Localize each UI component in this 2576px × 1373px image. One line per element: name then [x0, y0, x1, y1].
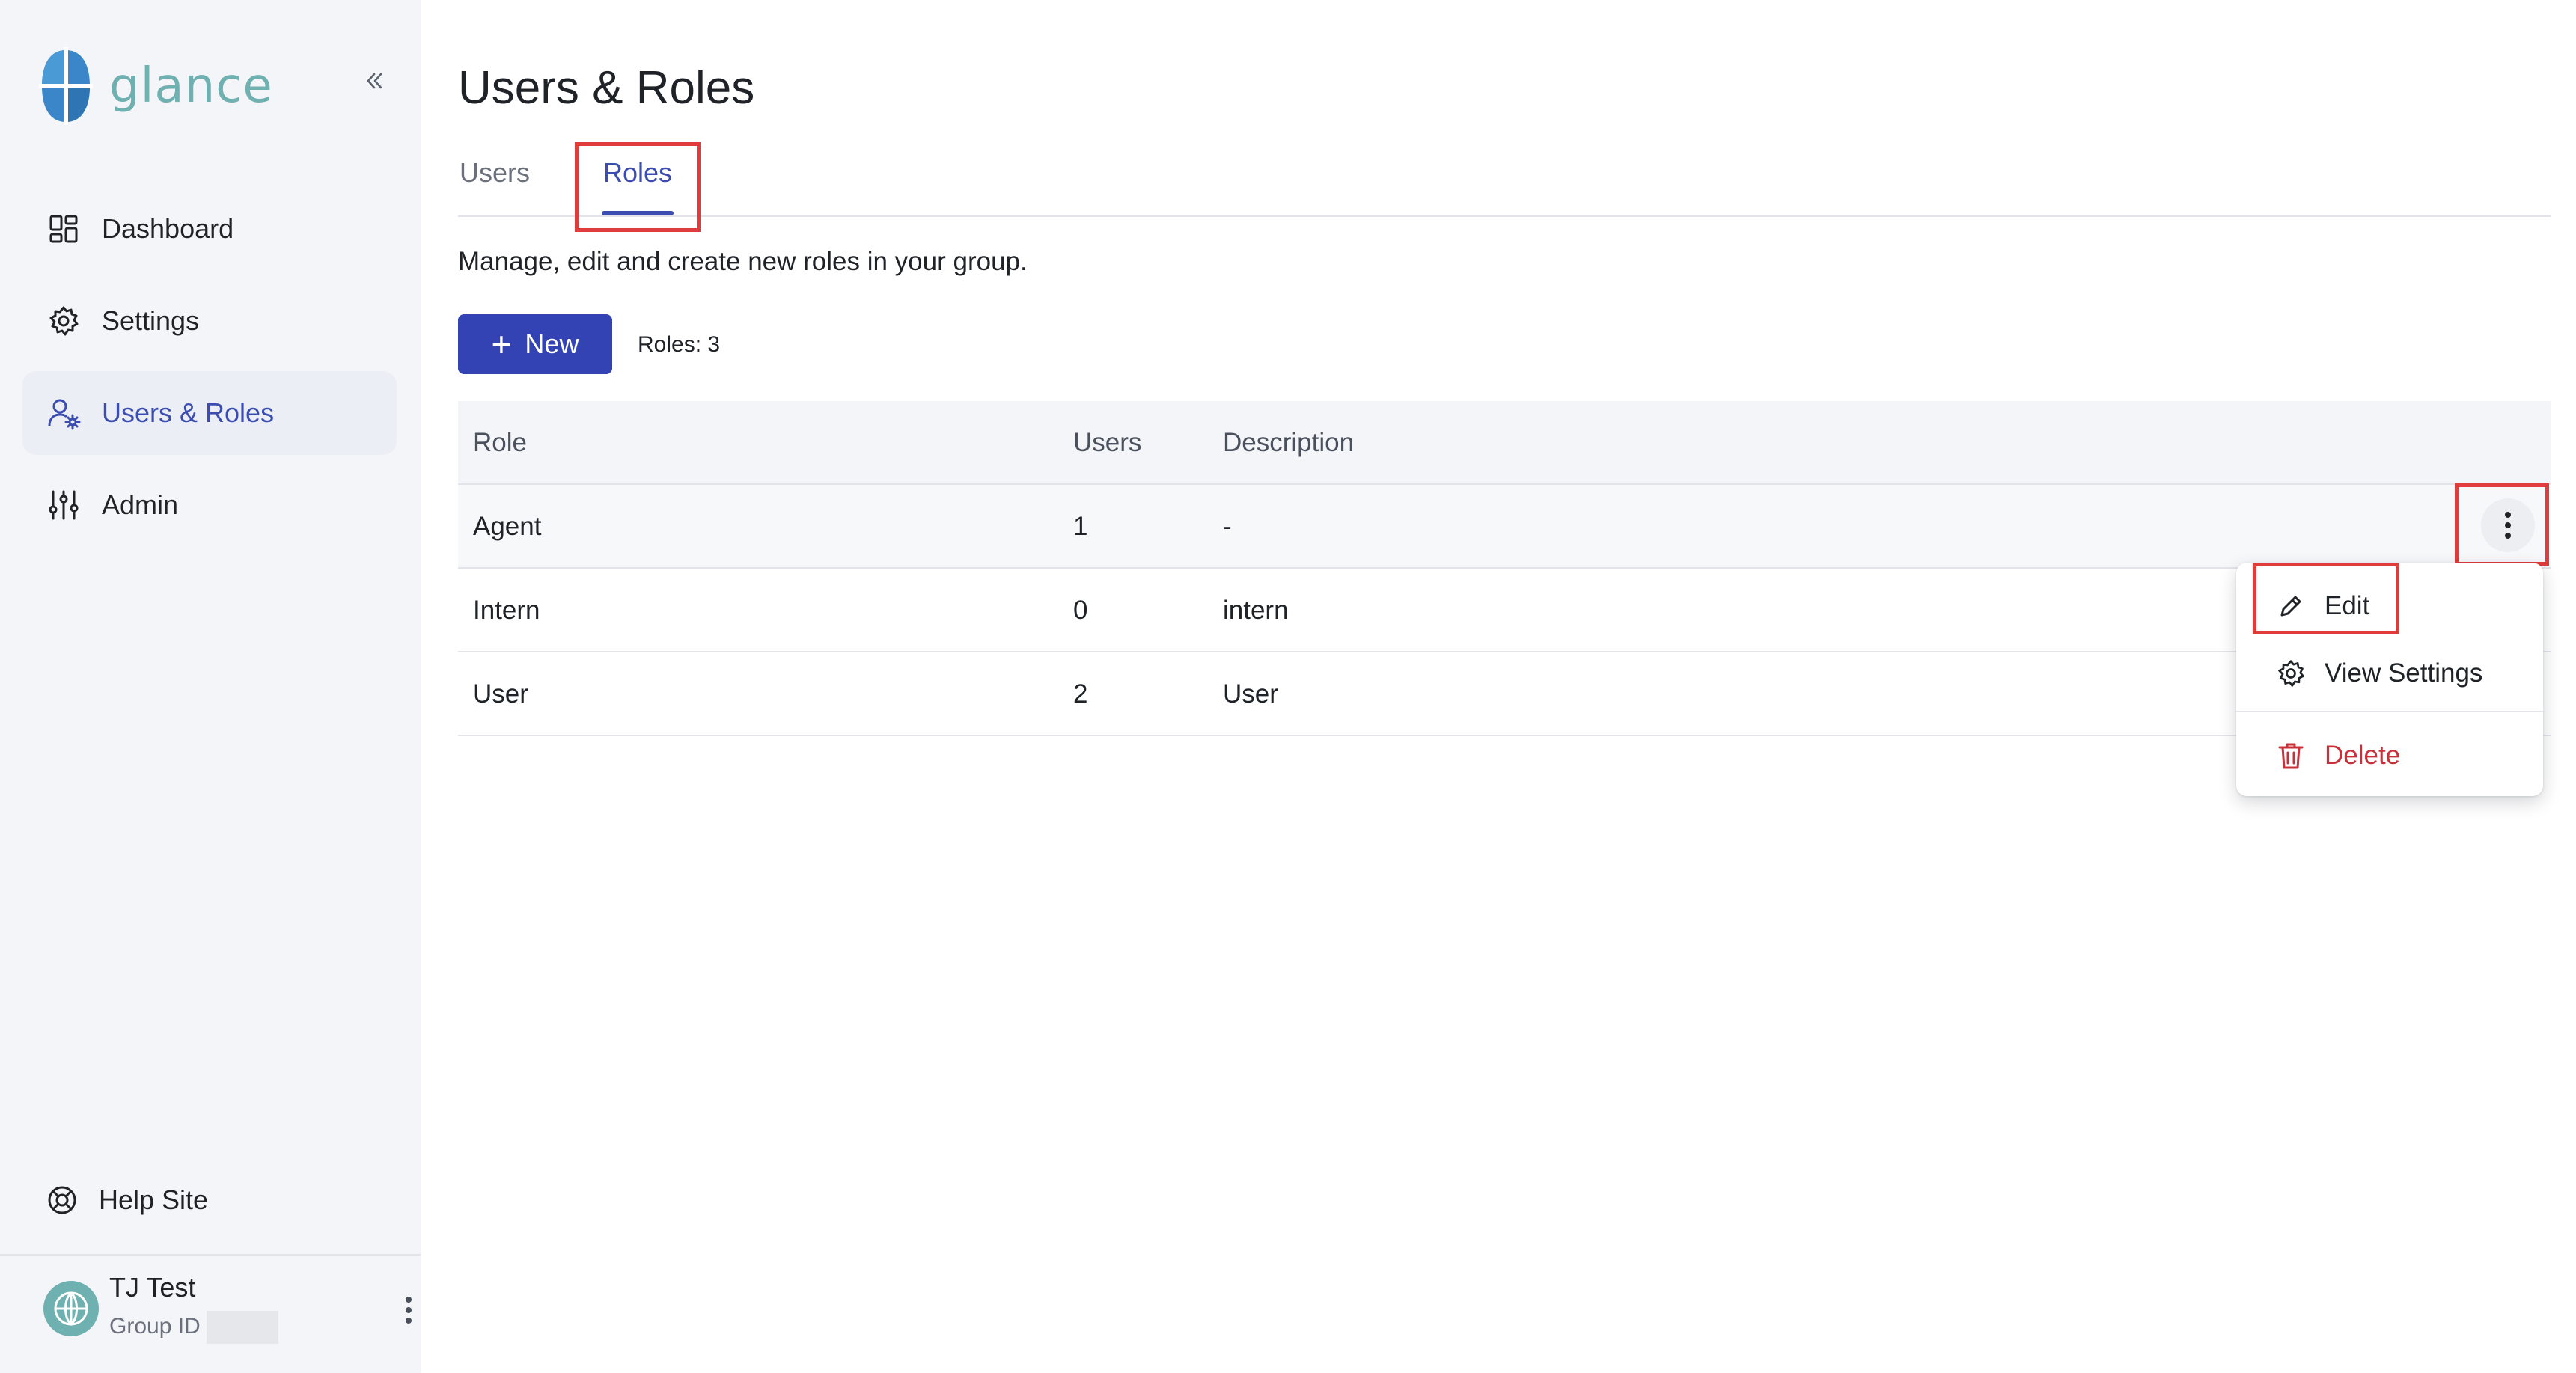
logo[interactable]: glance: [39, 45, 273, 127]
menu-item-delete[interactable]: Delete: [2236, 724, 2543, 787]
user-gear-icon: [46, 396, 81, 430]
sidebar: glance Dashboard Settings Users & Roles …: [0, 0, 421, 1373]
glance-logo-icon: [39, 47, 93, 125]
avatar: [43, 1281, 99, 1336]
divider: [0, 1254, 421, 1256]
tab-users[interactable]: Users: [460, 157, 530, 189]
sidebar-item-label: Dashboard: [102, 213, 234, 244]
highlight-box-edit-item: [2253, 563, 2399, 634]
menu-item-view-settings[interactable]: View Settings: [2236, 642, 2543, 705]
sidebar-item-label: Admin: [102, 489, 179, 520]
role-description: User: [1223, 679, 1278, 709]
user-group: Group ID: [109, 1311, 278, 1344]
gear-icon: [2275, 658, 2307, 689]
dashboard-icon: [46, 212, 81, 246]
sidebar-item-settings[interactable]: Settings: [22, 279, 397, 363]
trash-icon: [2275, 740, 2307, 771]
vertical-dots-icon: [406, 1297, 412, 1324]
lifebuoy-icon: [48, 1186, 76, 1214]
column-header-role: Role: [473, 428, 527, 457]
user-menu-button[interactable]: [394, 1291, 424, 1329]
column-header-description: Description: [1223, 428, 1355, 457]
user-profile[interactable]: TJ Test Group ID: [43, 1272, 412, 1354]
help-site-label: Help Site: [99, 1184, 209, 1215]
sidebar-item-dashboard[interactable]: Dashboard: [22, 187, 397, 271]
table-header: Role Users Description: [458, 401, 2551, 485]
new-role-button[interactable]: + New: [458, 314, 612, 374]
globe-icon: [54, 1291, 88, 1326]
highlight-box-row-actions: [2455, 483, 2549, 566]
collapse-sidebar-button[interactable]: [359, 66, 389, 96]
sidebar-item-label: Settings: [102, 305, 200, 336]
new-button-label: New: [525, 328, 579, 359]
group-id-label: Group ID: [109, 1313, 201, 1339]
role-user-count: 2: [1073, 679, 1088, 709]
menu-divider: [2236, 711, 2543, 712]
highlight-box-roles-tab: [575, 142, 701, 232]
role-user-count: 1: [1073, 512, 1088, 541]
role-user-count: 0: [1073, 596, 1088, 625]
role-description: intern: [1223, 596, 1289, 625]
roles-count: Roles: 3: [638, 332, 721, 357]
logo-text: glance: [109, 58, 273, 114]
page-subtitle: Manage, edit and create new roles in you…: [458, 247, 1028, 276]
tab-bar: Users Roles: [458, 147, 2551, 217]
menu-item-label: Delete: [2325, 741, 2401, 770]
column-header-users: Users: [1073, 428, 1142, 457]
sidebar-nav: Dashboard Settings Users & Roles Admin: [22, 187, 397, 555]
gear-icon: [46, 304, 81, 338]
sidebar-item-label: Users & Roles: [102, 397, 275, 428]
group-id-redacted: [206, 1311, 278, 1344]
table-row[interactable]: Agent 1 -: [458, 485, 2551, 569]
role-name: Intern: [473, 596, 540, 625]
role-name: Agent: [473, 512, 542, 541]
role-name: User: [473, 679, 528, 709]
plus-icon: +: [491, 325, 512, 364]
user-name: TJ Test: [109, 1272, 196, 1303]
page-title: Users & Roles: [458, 62, 755, 114]
sliders-icon: [46, 488, 81, 522]
menu-item-label: View Settings: [2325, 658, 2483, 688]
role-description: -: [1223, 512, 1232, 541]
sidebar-item-users-roles[interactable]: Users & Roles: [22, 371, 397, 455]
help-site-link[interactable]: Help Site: [22, 1163, 421, 1238]
double-chevron-left-icon: [367, 73, 382, 89]
sidebar-item-admin[interactable]: Admin: [22, 463, 397, 547]
